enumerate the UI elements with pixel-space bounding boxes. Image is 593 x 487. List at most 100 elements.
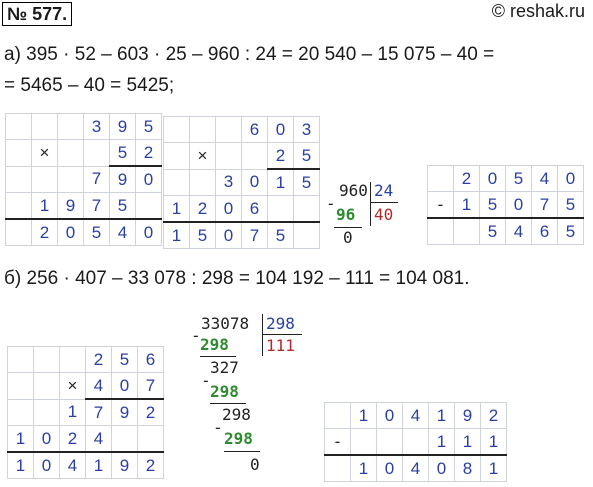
part-a-equation-line-1: а) 395 · 52 – 603 · 25 – 960 : 24 = 20 5… [4, 44, 495, 65]
digit: 1 [428, 428, 455, 456]
digit: 2 [189, 195, 216, 223]
minus-sign: - [213, 418, 223, 437]
digit: 2 [480, 402, 507, 429]
digit: 5 [135, 113, 162, 140]
digit: 9 [57, 192, 84, 220]
dividend: 960 [339, 181, 368, 200]
digit: 0 [135, 218, 162, 246]
digit: 5 [109, 139, 136, 167]
digit: 2 [31, 218, 58, 246]
digit: 9 [111, 398, 138, 426]
digit: 2 [135, 139, 162, 167]
multiply-sign: × [31, 139, 58, 167]
remainder: 0 [343, 228, 353, 247]
digit: 4 [402, 402, 429, 429]
digit: 4 [85, 372, 112, 400]
division-bar-vertical [370, 182, 371, 226]
divisor-underline [262, 334, 302, 335]
quotient: 40 [374, 205, 394, 224]
digit: 4 [59, 451, 86, 479]
remainder-2: 298 [222, 405, 251, 424]
digit: 3 [83, 113, 110, 140]
quotient: 111 [266, 336, 295, 355]
digit: 2 [137, 398, 164, 426]
digit: 4 [402, 454, 429, 482]
digit: 5 [505, 165, 532, 192]
site-credit: © reshak.ru [491, 1, 585, 21]
digit: 1 [59, 398, 86, 426]
part-b-equation-line: б) 256 · 407 – 33 078 : 298 = 104 192 – … [4, 268, 470, 289]
divisor: 298 [266, 314, 295, 333]
subtraction-104192-minus-111: 1 0 4 1 9 2 - 1 1 1 1 0 4 0 8 1 [324, 402, 507, 482]
multiplication-256-by-407: 2 5 6 × 4 0 7 1 7 9 2 1 0 2 4 1 0 4 1 9 … [7, 346, 164, 479]
digit: 4 [505, 217, 532, 245]
digit: 0 [111, 372, 138, 400]
digit: 1 [454, 428, 481, 456]
digit: 4 [531, 165, 558, 192]
digit: 0 [215, 195, 242, 223]
digit: 5 [293, 142, 320, 170]
digit: 3 [215, 168, 242, 196]
digit: 1 [267, 168, 294, 196]
minus-sign: - [427, 191, 454, 219]
digit: 2 [453, 165, 480, 192]
multiply-sign: × [59, 372, 86, 400]
divisor-underline [370, 202, 398, 203]
digit: 0 [557, 165, 584, 192]
digit: 1 [7, 425, 34, 453]
problem-number-badge: № 577. [2, 2, 73, 26]
digit: 7 [137, 372, 164, 400]
dividend: 33078 [201, 314, 250, 333]
digit: 6 [241, 195, 268, 223]
digit: 5 [557, 217, 584, 245]
digit: 5 [293, 168, 320, 196]
minus-sign: - [324, 428, 351, 456]
digit: 6 [241, 116, 268, 143]
digit: 1 [85, 451, 112, 479]
subtraction-20540-minus-15075: 2 0 5 4 0 - 1 5 0 7 5 5 4 6 5 [427, 165, 584, 245]
subtraction-line-2 [210, 403, 246, 404]
digit: 4 [109, 218, 136, 246]
digit: 2 [85, 346, 112, 373]
digit: 5 [111, 346, 138, 373]
digit: 1 [350, 454, 377, 482]
digit: 1 [163, 221, 190, 249]
divisor: 24 [374, 181, 394, 200]
digit: 0 [241, 168, 268, 196]
digit: 9 [454, 402, 481, 429]
subtrahend-2: 298 [210, 382, 239, 401]
digit: 0 [33, 425, 60, 453]
digit: 9 [109, 165, 136, 193]
digit: 2 [267, 142, 294, 170]
digit: 0 [57, 218, 84, 246]
digit: 7 [83, 192, 110, 220]
remainder-1: 327 [210, 358, 239, 377]
digit: 6 [531, 217, 558, 245]
digit: 0 [215, 221, 242, 249]
digit: 1 [428, 402, 455, 429]
division-bar-vertical [262, 314, 263, 356]
digit: 0 [479, 165, 506, 192]
digit: 1 [7, 451, 34, 479]
digit: 5 [189, 221, 216, 249]
digit: 5 [479, 191, 506, 219]
digit: 0 [33, 451, 60, 479]
digit: 7 [241, 221, 268, 249]
digit: 5 [109, 192, 136, 220]
multiplication-395-by-52: 3 9 5 × 5 2 7 9 0 1 9 7 5 2 0 5 4 0 [5, 113, 162, 246]
digit: 3 [293, 116, 320, 143]
minus-sign: - [326, 194, 336, 213]
digit: 6 [137, 346, 164, 373]
digit: 1 [350, 402, 377, 429]
digit: 2 [59, 425, 86, 453]
digit: 0 [135, 165, 162, 193]
digit: 1 [31, 192, 58, 220]
digit: 2 [137, 451, 164, 479]
subtraction-line-1 [200, 356, 236, 357]
digit: 9 [111, 451, 138, 479]
digit: 5 [83, 218, 110, 246]
digit: 7 [83, 165, 110, 193]
digit: 1 [453, 191, 480, 219]
remainder-final: 0 [250, 455, 260, 474]
digit: 5 [479, 217, 506, 245]
